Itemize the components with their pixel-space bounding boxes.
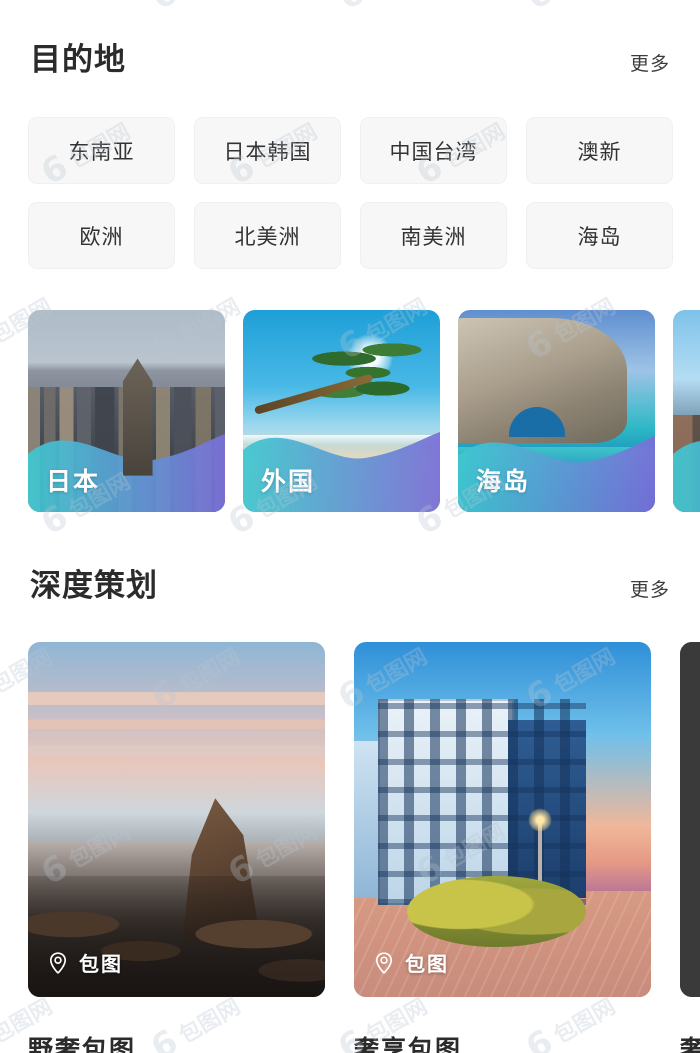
chip-label: 中国台湾 <box>389 140 478 164</box>
deep-planning-item-wildluxury[interactable]: 包图 野奢包图 <box>28 642 325 1053</box>
deep-planning-card[interactable]: 包图 <box>28 642 325 997</box>
location-pin-icon <box>49 951 67 973</box>
deep-planning-card-carousel[interactable]: 包图 野奢包图 包图 奢享包图 奢 <box>0 642 700 1053</box>
chip-north-america[interactable]: 北美洲 <box>194 202 341 269</box>
chip-label: 东南亚 <box>68 140 135 164</box>
deep-planning-card[interactable]: 包图 <box>354 642 651 997</box>
chip-label: 海岛 <box>577 225 622 249</box>
chip-europe[interactable]: 欧洲 <box>28 202 175 269</box>
page-title: 目的地 <box>30 42 126 77</box>
deep-planning-card-title: 奢 <box>680 1036 700 1053</box>
app-root: 目的地 更多 东南亚 日本韩国 中国台湾 澳新 欧洲 北美洲 南美洲 海岛 日本 <box>0 0 700 1053</box>
destination-chip-grid: 东南亚 日本韩国 中国台湾 澳新 欧洲 北美洲 南美洲 海岛 <box>0 117 700 269</box>
chip-label: 南美洲 <box>400 225 467 249</box>
deep-planning-item-luxuryenjoy[interactable]: 包图 奢享包图 <box>354 642 651 1053</box>
destination-card-label: 日本 <box>46 468 101 496</box>
deep-planning-item-next[interactable]: 包图 奢 <box>680 642 700 1053</box>
location-badge: 包图 <box>46 948 123 977</box>
deep-planning-card-title: 奢享包图 <box>354 1036 463 1053</box>
deep-planning-card-image <box>354 642 651 997</box>
chip-south-america[interactable]: 南美洲 <box>360 202 507 269</box>
chip-label: 欧洲 <box>79 225 124 249</box>
chip-label: 北美洲 <box>234 225 301 249</box>
deep-planning-section-header: 深度策划 更多 <box>0 560 700 605</box>
destination-card-carousel[interactable]: 日本 外国 海岛 <box>0 310 700 512</box>
destination-card-island[interactable]: 海岛 <box>458 310 655 512</box>
destination-card-label: 外国 <box>261 468 316 496</box>
destination-card-next[interactable] <box>673 310 700 512</box>
deep-planning-more-link[interactable]: 更多 <box>630 575 670 602</box>
chip-label: 日本韩国 <box>223 140 312 164</box>
chip-china-taiwan[interactable]: 中国台湾 <box>360 117 507 184</box>
destination-card-foreign[interactable]: 外国 <box>243 310 440 512</box>
location-pin-icon <box>375 951 393 973</box>
location-badge-label: 包图 <box>405 954 449 976</box>
wave-overlay <box>673 420 700 512</box>
deep-planning-title: 深度策划 <box>30 568 158 603</box>
location-badge: 包图 <box>372 948 449 977</box>
chip-southeast-asia[interactable]: 东南亚 <box>28 117 175 184</box>
chip-australia-newzealand[interactable]: 澳新 <box>526 117 673 184</box>
destination-section-header: 目的地 更多 <box>0 34 700 79</box>
deep-planning-card-title: 野奢包图 <box>28 1036 137 1053</box>
location-badge-label: 包图 <box>79 954 123 976</box>
chip-japan-korea[interactable]: 日本韩国 <box>194 117 341 184</box>
deep-planning-card-image <box>28 642 325 997</box>
chip-islands[interactable]: 海岛 <box>526 202 673 269</box>
destination-card-label: 海岛 <box>476 468 531 496</box>
chip-label: 澳新 <box>577 140 622 164</box>
destination-more-link[interactable]: 更多 <box>630 49 670 76</box>
deep-planning-card-image <box>680 642 700 997</box>
deep-planning-card[interactable]: 包图 <box>680 642 700 997</box>
destination-card-japan[interactable]: 日本 <box>28 310 225 512</box>
